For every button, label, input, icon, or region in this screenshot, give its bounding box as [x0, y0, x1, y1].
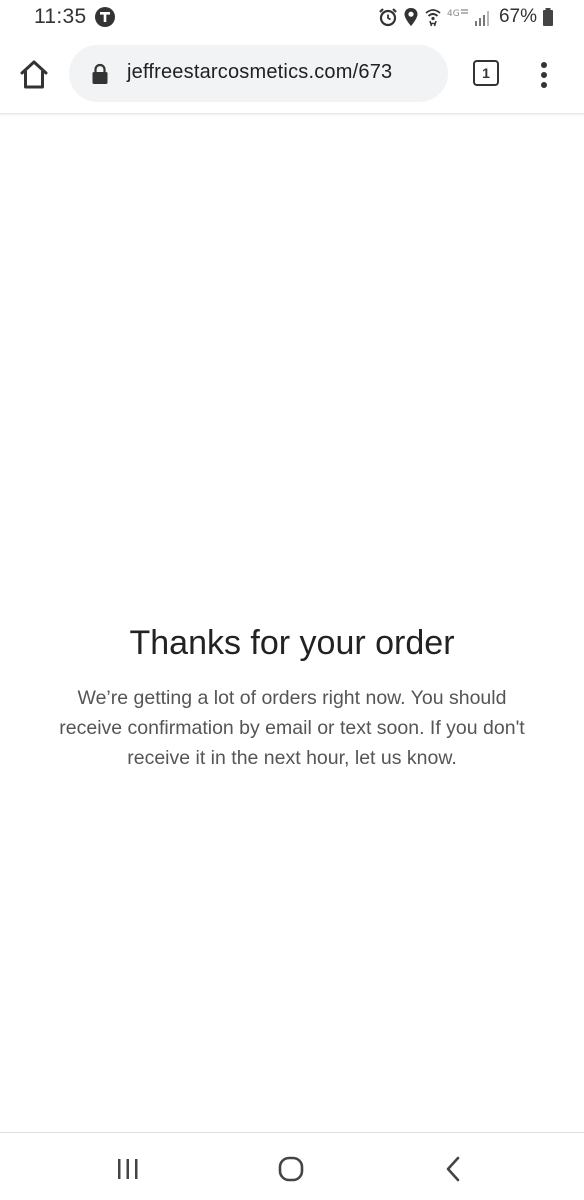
home-icon: [16, 60, 52, 96]
more-menu-button[interactable]: [532, 60, 556, 90]
alarm-icon: [378, 7, 398, 27]
page-title: Thanks for your order: [129, 624, 455, 662]
url-text[interactable]: jeffreestarcosmetics.com/673: [127, 61, 392, 84]
location-icon: [403, 7, 419, 27]
browser-toolbar: jeffreestarcosmetics.com/673 1: [0, 36, 584, 113]
svg-text:4G: 4G: [447, 9, 460, 19]
recent-apps-icon: [114, 1159, 142, 1185]
t-mobile-icon: [95, 7, 115, 27]
status-icons: 4G 67%: [378, 4, 554, 30]
tab-switcher-button[interactable]: 1: [473, 60, 501, 88]
tabs-icon: 1: [473, 60, 499, 86]
signal-icon: [474, 7, 492, 27]
more-vert-icon: [532, 62, 556, 94]
tab-count: 1: [482, 65, 490, 81]
wifi-calling-icon: [424, 7, 442, 27]
battery-icon: [542, 7, 554, 27]
nav-back-button[interactable]: [442, 1155, 466, 1183]
nav-home-button[interactable]: [277, 1155, 305, 1183]
lock-icon[interactable]: [91, 63, 109, 85]
4g-lte-icon: 4G: [447, 7, 469, 27]
page-content: Thanks for your order We’re getting a lo…: [0, 116, 584, 1132]
back-icon: [442, 1156, 466, 1187]
order-message: We’re getting a lot of orders right now.…: [59, 687, 525, 769]
address-bar[interactable]: jeffreestarcosmetics.com/673: [69, 45, 448, 102]
status-time: 11:35: [34, 5, 87, 28]
system-nav-bar: [0, 1133, 584, 1200]
status-bar: 11:35 4G 67%: [0, 0, 584, 36]
home-circle-icon: [277, 1156, 305, 1187]
phone-screen: 11:35 4G 67% jeffreestarcosmetics.com/67…: [0, 0, 584, 1200]
battery-percent: 67%: [498, 6, 537, 27]
recent-apps-button[interactable]: [114, 1157, 142, 1181]
home-button[interactable]: [16, 56, 52, 92]
